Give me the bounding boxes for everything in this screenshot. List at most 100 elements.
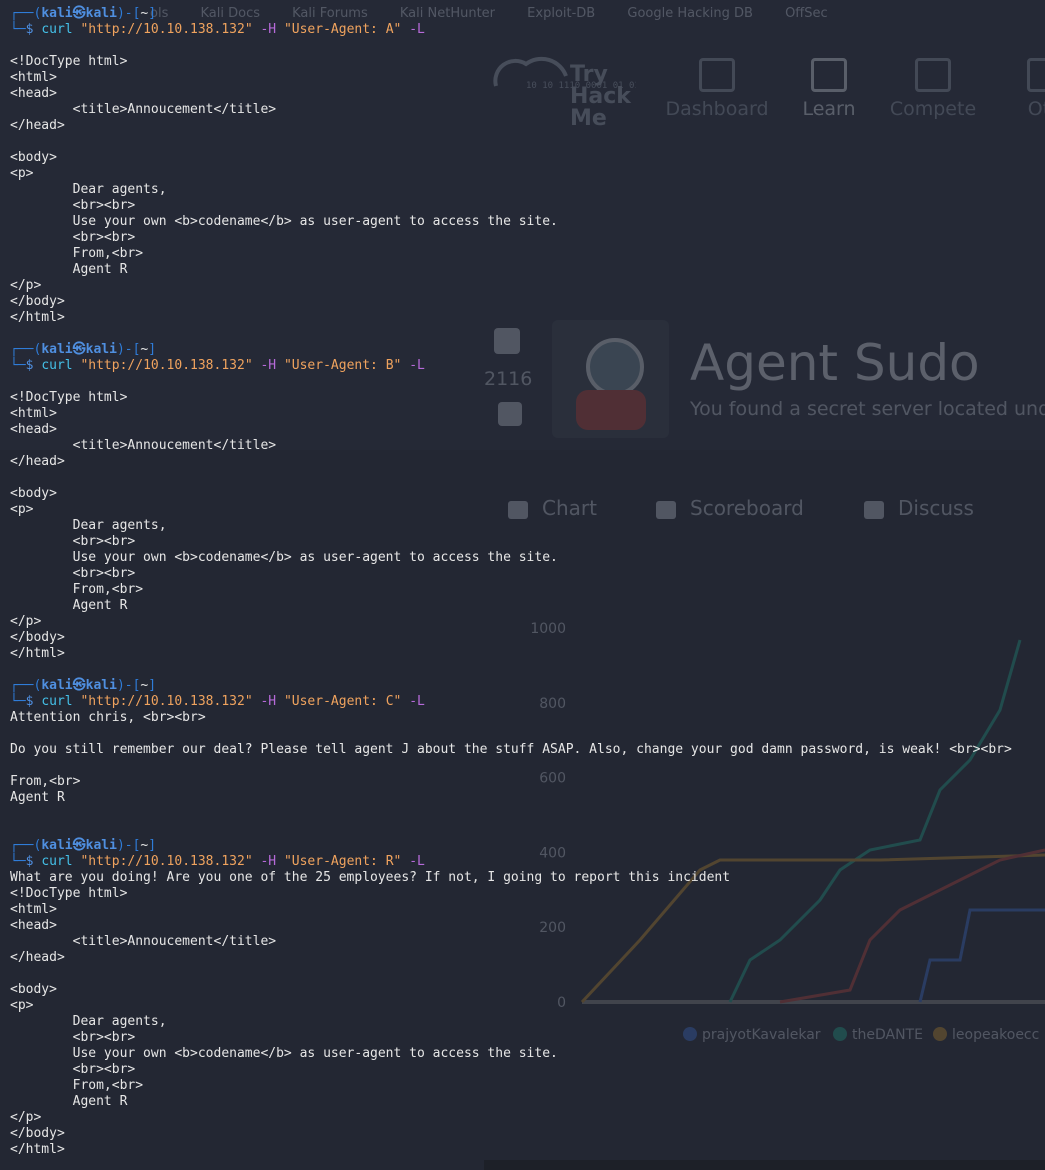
output-line: Dear agents, xyxy=(10,182,167,197)
command-url: "http://10.10.138.132" xyxy=(80,358,261,373)
terminal[interactable]: ┌──(kali㉿kali)-[~] └─$ curl "http://10.10… xyxy=(0,0,1045,1170)
output-line: </head> xyxy=(10,454,65,469)
command-flag: -H xyxy=(260,694,284,709)
command-flag: -L xyxy=(409,854,425,869)
output-line: <title>Annoucement</title> xyxy=(10,102,277,117)
command-flag: -L xyxy=(409,694,425,709)
output-line: <p> xyxy=(10,502,34,517)
prompt-frame: )-[ xyxy=(116,678,141,693)
command-name: curl xyxy=(41,22,81,37)
output-line: <br><br> xyxy=(10,1062,136,1077)
output-line: Use your own <b>codename</b> as user-age… xyxy=(10,214,558,229)
output-line: <br><br> xyxy=(10,198,136,213)
prompt-frame: └─ xyxy=(10,854,26,869)
prompt-line: ┌──(kali㉿kali)-[~] xyxy=(10,342,156,358)
prompt-line: ┌──(kali㉿kali)-[~] xyxy=(10,6,156,22)
output-line: <head> xyxy=(10,86,57,101)
output-line: <title>Annoucement</title> xyxy=(10,438,277,453)
command-name: curl xyxy=(41,358,81,373)
output-line: Dear agents, xyxy=(10,518,167,533)
prompt-user-host: kali㉿kali xyxy=(41,678,117,693)
output-line: <p> xyxy=(10,998,34,1013)
prompt-frame: ┌──( xyxy=(10,6,42,21)
prompt-frame: ] xyxy=(148,838,157,853)
prompt-frame: ┌──( xyxy=(10,342,42,357)
prompt-frame: ┌──( xyxy=(10,678,42,693)
prompt-user-host: kali㉿kali xyxy=(41,6,117,21)
prompt-dollar: $ xyxy=(25,854,42,869)
prompt-line: ┌──(kali㉿kali)-[~] xyxy=(10,678,156,694)
output-line: <head> xyxy=(10,422,57,437)
output-line: </head> xyxy=(10,118,65,133)
prompt-frame: └─ xyxy=(10,22,26,37)
output-line: From,<br> xyxy=(10,774,81,789)
prompt-user-host: kali㉿kali xyxy=(41,838,117,853)
prompt-frame: ] xyxy=(148,342,157,357)
output-line: <!DocType html> xyxy=(10,390,128,405)
output-line: What are you doing! Are you one of the 2… xyxy=(10,870,731,885)
prompt-frame: )-[ xyxy=(116,6,141,21)
output-line: <br><br> xyxy=(10,1030,136,1045)
output-line: Attention chris, <br><br> xyxy=(10,710,206,725)
prompt-frame: ] xyxy=(148,6,157,21)
output-line: <!DocType html> xyxy=(10,54,128,69)
output-line: <p> xyxy=(10,166,34,181)
command-url: "http://10.10.138.132" xyxy=(80,22,261,37)
output-line: </html> xyxy=(10,310,65,325)
output-line: </html> xyxy=(10,1142,65,1157)
output-line: </body> xyxy=(10,1126,65,1141)
prompt-frame: └─ xyxy=(10,358,26,373)
output-line: </p> xyxy=(10,278,42,293)
output-line: </html> xyxy=(10,646,65,661)
command-name: curl xyxy=(41,854,81,869)
output-line: <html> xyxy=(10,406,57,421)
output-line: </p> xyxy=(10,614,42,629)
output-line: <br><br> xyxy=(10,230,136,245)
command-url: "http://10.10.138.132" xyxy=(80,694,261,709)
command-flag: -H xyxy=(260,854,284,869)
prompt-user-host: kali㉿kali xyxy=(41,342,117,357)
output-line: <html> xyxy=(10,902,57,917)
output-line: From,<br> xyxy=(10,582,144,597)
prompt-dollar: $ xyxy=(25,694,42,709)
command-header: "User-Agent: C" xyxy=(283,694,410,709)
output-line: Do you still remember our deal? Please t… xyxy=(10,742,1012,757)
prompt-frame: ] xyxy=(148,678,157,693)
command-line[interactable]: └─$ curl "http://10.10.138.132" -H "User… xyxy=(10,694,425,710)
prompt-frame: )-[ xyxy=(116,838,141,853)
output-line: From,<br> xyxy=(10,1078,144,1093)
command-header: "User-Agent: A" xyxy=(283,22,410,37)
output-line: </p> xyxy=(10,1110,42,1125)
output-line: </head> xyxy=(10,950,65,965)
command-line[interactable]: └─$ curl "http://10.10.138.132" -H "User… xyxy=(10,358,425,374)
output-line: Dear agents, xyxy=(10,1014,167,1029)
prompt-frame: )-[ xyxy=(116,342,141,357)
prompt-dollar: $ xyxy=(25,22,42,37)
output-line: Agent R xyxy=(10,790,65,805)
command-flag: -H xyxy=(260,358,284,373)
output-line: From,<br> xyxy=(10,246,144,261)
command-line[interactable]: └─$ curl "http://10.10.138.132" -H "User… xyxy=(10,22,425,38)
output-line: <br><br> xyxy=(10,534,136,549)
output-line: <html> xyxy=(10,70,57,85)
prompt-frame: ┌──( xyxy=(10,838,42,853)
output-line: </body> xyxy=(10,630,65,645)
command-header: "User-Agent: R" xyxy=(283,854,410,869)
prompt-dollar: $ xyxy=(25,358,42,373)
prompt-frame: └─ xyxy=(10,694,26,709)
output-line: <body> xyxy=(10,150,57,165)
output-line: <head> xyxy=(10,918,57,933)
output-line: <body> xyxy=(10,982,57,997)
command-flag: -L xyxy=(409,358,425,373)
output-line: <!DocType html> xyxy=(10,886,128,901)
output-line: Agent R xyxy=(10,1094,128,1109)
output-line: Agent R xyxy=(10,262,128,277)
prompt-line: ┌──(kali㉿kali)-[~] xyxy=(10,838,156,854)
command-line[interactable]: └─$ curl "http://10.10.138.132" -H "User… xyxy=(10,854,425,870)
output-line: <br><br> xyxy=(10,566,136,581)
output-line: Use your own <b>codename</b> as user-age… xyxy=(10,550,558,565)
command-url: "http://10.10.138.132" xyxy=(80,854,261,869)
output-line: <title>Annoucement</title> xyxy=(10,934,277,949)
command-flag: -H xyxy=(260,22,284,37)
output-line: </body> xyxy=(10,294,65,309)
